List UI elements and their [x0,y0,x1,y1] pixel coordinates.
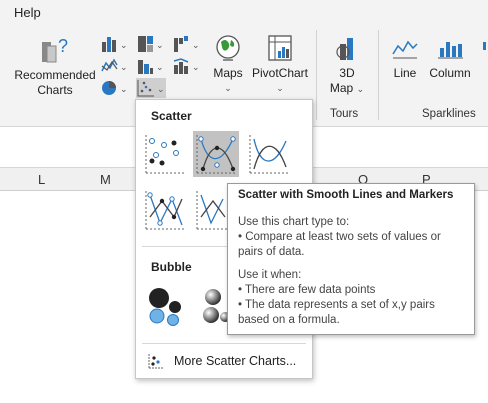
tooltip-line: • Compare at least two sets of values or [238,231,441,243]
tooltip-line: Use it when: [238,269,302,281]
scatter-straight-lines-option[interactable] [193,187,227,233]
bubble-option[interactable] [142,283,188,329]
scatter-smooth-lines-markers-option[interactable] [193,131,239,177]
combo-chart-icon: ⌄ [173,58,200,74]
sparkline-line-button[interactable]: Line [386,32,424,81]
menu-bar: Help [0,0,488,24]
3d-map-icon [336,38,353,60]
hierarchy-chart-icon: ⌄ [138,36,164,52]
combo-chart-button[interactable]: ⌄ [172,56,202,76]
column-chart-icon: ⌄ [102,37,128,52]
sparkline-column-label: Column [429,66,471,80]
svg-text:⌄: ⌄ [120,84,128,94]
sparkline-column-button[interactable]: Column [426,32,474,81]
svg-text:?: ? [58,36,68,56]
gallery-divider [142,343,306,344]
column-header-m[interactable]: M [100,172,111,187]
hierarchy-chart-button[interactable]: ⌄ [136,34,166,54]
scatter-straight-lines-icon [196,191,227,230]
scatter-heading: Scatter [151,109,192,123]
tooltip-line: based on a formula. [238,314,340,326]
tooltip-line: • There are few data points [238,284,376,296]
waterfall-chart-icon: ⌄ [174,36,200,52]
svg-text:⌄: ⌄ [120,62,128,72]
tours-group-label: Tours [330,108,359,120]
svg-text:⌄: ⌄ [156,62,164,72]
tooltip-line: Use this chart type to: [238,216,350,228]
tooltip-line: pairs of data. [238,246,305,258]
3d-map-label-2: Map ⌄ [322,81,372,97]
recommended-label-2: Charts [37,83,73,97]
chart-tooltip: Scatter with Smooth Lines and Markers Us… [227,183,475,335]
waterfall-chart-button[interactable]: ⌄ [172,34,202,54]
more-scatter-charts-link[interactable]: More Scatter Charts... [148,353,296,372]
recommended-charts-button[interactable]: ? Recommended Charts [14,32,96,98]
svg-text:⌄: ⌄ [156,40,164,50]
line-chart-icon: ⌄ [101,58,128,72]
scatter-chart-button[interactable]: ⌄ [136,78,166,98]
scatter-smooth-lines-option[interactable] [246,131,292,177]
pie-chart-icon: ⌄ [102,81,128,95]
svg-text:⌄: ⌄ [120,40,128,50]
statistic-chart-icon: ⌄ [138,60,164,74]
sparkline-line-icon [392,40,418,59]
3d-map-label-text: Map [329,81,354,95]
line-chart-button[interactable]: ⌄ [100,56,130,76]
column-header-l[interactable]: L [38,172,45,187]
ribbon-separator [378,30,379,120]
pivotchart-button[interactable]: PivotChart ⌄ [248,32,312,96]
3d-bubble-option[interactable] [193,283,227,329]
pivotchart-dropdown-icon: ⌄ [276,83,284,93]
sparklines-group-label: Sparklines [422,108,476,120]
sparkline-line-label: Line [393,66,417,80]
svg-text:⌄: ⌄ [157,84,165,94]
scatter-straight-lines-markers-option[interactable] [142,187,188,233]
more-scatter-charts-label: More Scatter Charts... [174,354,297,368]
sparkline-winloss-icon [483,42,486,50]
tooltip-title: Scatter with Smooth Lines and Markers [238,189,454,201]
pie-chart-button[interactable]: ⌄ [100,78,130,98]
scatter-chart-icon: ⌄ [137,80,165,97]
maps-dropdown-icon: ⌄ [224,83,232,93]
more-charts-icon [148,354,163,369]
scatter-straight-markers-icon [145,191,184,230]
svg-text:⌄: ⌄ [192,62,200,72]
ribbon-separator [316,30,317,120]
sparkline-column-icon [438,42,463,59]
tooltip-line: • The data represents a set of x,y pairs [238,299,435,311]
recommended-charts-icon: ? [42,36,68,63]
scatter-markers-only-option[interactable] [142,131,188,177]
column-chart-button[interactable]: ⌄ [100,34,130,54]
sparkline-winloss-button[interactable] [478,32,488,66]
svg-text:⌄: ⌄ [192,40,200,50]
scatter-smooth-markers-icon [196,135,236,174]
globe-icon [216,35,240,61]
pivotchart-icon [268,35,292,61]
help-menu[interactable]: Help [14,5,41,20]
recommended-label-1: Recommended [14,68,96,82]
scatter-markers-icon [145,135,184,174]
maps-label: Maps [213,66,243,80]
3d-map-label-1: 3D [339,66,355,80]
bubble-icon [149,288,181,326]
3d-map-dropdown-icon: ⌄ [356,84,365,94]
pivotchart-label: PivotChart [251,66,309,80]
statistic-chart-button[interactable]: ⌄ [136,56,166,76]
3d-bubble-icon [203,289,227,323]
maps-button[interactable]: Maps ⌄ [208,32,248,96]
scatter-smooth-lines-icon [249,135,288,174]
bubble-heading: Bubble [151,260,192,274]
3d-map-button[interactable]: 3D Map ⌄ [322,32,372,97]
